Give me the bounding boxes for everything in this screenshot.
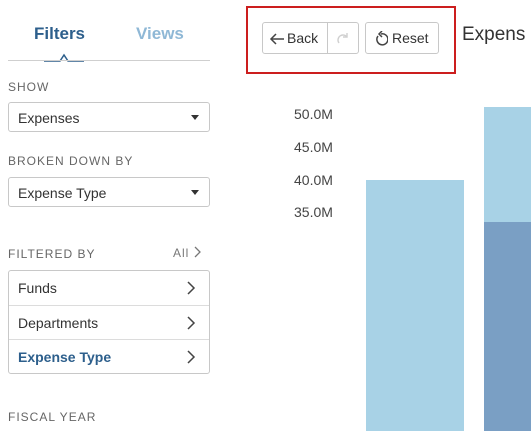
reset-icon (376, 31, 388, 46)
bar-series-0-category-0[interactable] (366, 179, 464, 431)
y-axis-tick-label: 35.0M (294, 204, 333, 221)
back-button-label: Back (287, 30, 319, 46)
filter-item-label: Departments (18, 315, 99, 331)
filter-list: Funds Departments Expense Type (8, 270, 210, 374)
filter-item-expense-type[interactable]: Expense Type (9, 339, 209, 373)
sidebar-tabs: Filters Views (0, 0, 222, 62)
redo-icon (337, 33, 348, 44)
reset-button[interactable]: Reset (365, 22, 439, 54)
filter-item-departments[interactable]: Departments (9, 305, 209, 339)
back-button[interactable]: Back (262, 22, 328, 54)
chevron-right-icon (194, 246, 201, 258)
filtered-by-label: FILTERED BY (8, 247, 96, 261)
chevron-down-icon (191, 190, 199, 195)
broken-down-by-label: BROKEN DOWN BY (8, 154, 134, 168)
show-label: SHOW (8, 80, 50, 94)
chevron-right-icon (187, 350, 196, 364)
broken-down-by-select[interactable]: Expense Type (8, 177, 210, 207)
y-axis-tick-label: 40.0M (294, 171, 333, 188)
filter-sidebar: Filters Views SHOW Expenses BROKEN DOWN … (0, 0, 222, 431)
all-filters-link-label: All (173, 246, 190, 260)
show-select-value: Expenses (18, 110, 80, 126)
show-select[interactable]: Expenses (8, 102, 210, 132)
chevron-right-icon (187, 281, 196, 295)
fiscal-year-label: FISCAL YEAR (8, 410, 97, 424)
forward-button[interactable] (327, 22, 359, 54)
y-axis-tick-label: 45.0M (294, 138, 333, 155)
tab-views[interactable]: Views (136, 24, 184, 44)
filter-item-label: Funds (18, 280, 57, 296)
filter-item-label: Expense Type (18, 349, 112, 365)
all-filters-link[interactable]: All (173, 246, 202, 260)
bar-series-1-category-1[interactable] (484, 221, 531, 431)
filter-item-funds[interactable]: Funds (9, 271, 209, 305)
chart-title: Expens (462, 24, 526, 45)
chevron-right-icon (187, 316, 196, 330)
broken-down-by-select-value: Expense Type (18, 185, 107, 201)
tab-divider (8, 60, 210, 61)
chevron-down-icon (191, 115, 199, 120)
arrow-left-icon (269, 33, 284, 45)
expenses-bar-chart: 50.0M 45.0M 40.0M 35.0M (222, 80, 531, 431)
reset-button-label: Reset (392, 30, 429, 46)
tab-filters[interactable]: Filters (34, 24, 85, 44)
y-axis-tick-label: 50.0M (294, 106, 333, 122)
